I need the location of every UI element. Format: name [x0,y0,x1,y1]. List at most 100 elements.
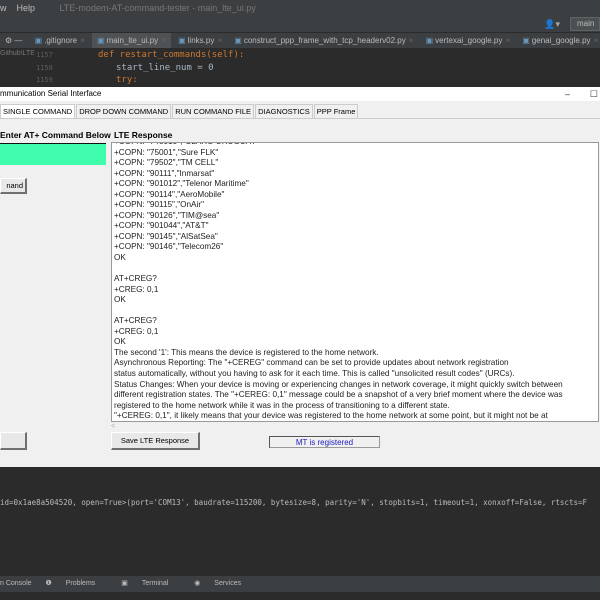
tab-ppp-frame[interactable]: PPP Frame [313,104,359,119]
response-line: The second '1': This means the device is… [114,347,379,357]
response-line: +COPN: "901012","Telenor Maritime" [114,179,249,189]
window-title: mmunication Serial Interface [0,89,102,98]
close-icon[interactable]: × [161,36,166,45]
close-icon[interactable]: × [594,36,599,45]
tab-label: genai_google.py [531,36,591,45]
ide-menubar: w Help LTE-modem-AT-command-tester - main… [0,0,600,16]
line-number: 1159 [36,76,53,84]
tab-label: construct_ppp_frame_with_tcp_headerv02.p… [243,36,406,45]
response-line: OK [114,295,126,305]
response-line: +COPN: "90146","Telecom26" [114,242,224,252]
tab-services[interactable]: ◉ Services [194,580,253,587]
response-line [114,264,598,275]
window-titlebar: mmunication Serial Interface – ☐ [0,87,600,101]
ide-title: LTE-modem-AT-command-tester - main_lte_u… [59,3,256,13]
send-command-button[interactable]: nand [0,178,27,194]
code-line: def restart_commands(self): [98,50,245,60]
response-line: +COPN: "901044","AT&T" [114,221,209,231]
file-icon: ▣ [178,36,186,45]
close-icon[interactable]: × [409,36,414,45]
response-line: AT+CREG? [114,316,157,326]
tab-label: Problems [65,580,96,587]
project-path: Github\LTE [0,50,35,57]
branch-selector[interactable]: main [570,17,600,31]
response-line: +COPN: "90111","Inmarsat" [114,168,215,178]
close-icon[interactable]: × [80,36,85,45]
file-icon: ▣ [34,36,43,45]
response-line: OK [114,337,126,347]
response-line: status automatically, without you having… [114,369,515,379]
response-line: +COPN: "90115","OnAir" [114,200,204,210]
tab-label: Terminal [141,580,169,587]
tab-genai[interactable]: ▣ genai_google.py × [517,33,600,48]
problems-icon: ❶ [45,580,54,587]
tab-run-command-file[interactable]: RUN COMMAND FILE [172,104,255,119]
ide-toolbar: 👤▾ main [0,16,600,33]
services-icon: ◉ [194,580,203,587]
response-line: +CREG: 0,1 [114,326,159,336]
tab-links[interactable]: ▣ links.py × [173,33,227,48]
tab-label: links.py [187,36,215,45]
code-line: try: [116,75,138,85]
maximize-button[interactable]: ☐ [590,87,598,101]
tab-construct-ppp[interactable]: ▣ construct_ppp_frame_with_tcp_headerv02.… [229,33,418,48]
notebook-tabs: SINGLE COMMAND DROP DOWN COMMAND RUN COMMA… [0,104,359,119]
menu-help[interactable]: Help [17,3,36,13]
tool-window-bar: n Console ❶ Problems ▣ Terminal ◉ Servic… [0,576,600,592]
response-line: Asynchronous Reporting: The "+CEREG" com… [114,358,509,368]
tab-label: vertexai_google.py [435,36,503,45]
command-label: Enter AT+ Command Below [0,130,111,140]
command-input[interactable] [0,143,106,165]
serial-interface-window: mmunication Serial Interface – ☐ SINGLE … [0,87,600,467]
response-line: +COPN: "79502","TM CELL" [114,158,219,168]
editor-tabs: ⚙ — ▣ .gitignore × ▣ main_lte_ui.py × ▣ links… [0,33,600,48]
response-line: Status Changes: When your device is movi… [114,379,563,389]
line-number: 1157 [36,51,53,59]
file-icon: ▣ [234,36,242,45]
tab-drop-down-command[interactable]: DROP DOWN COMMAND [76,104,172,119]
horizontal-scrollbar[interactable]: < [111,422,599,431]
file-icon: ▣ [425,36,434,45]
response-line: AT+CREG? [114,274,157,284]
registration-status: MT is registered [269,436,380,448]
tab-main-lte-ui[interactable]: ▣ main_lte_ui.py × [92,33,171,48]
left-action-button[interactable] [0,432,27,450]
minimize-button[interactable]: – [565,87,570,101]
save-lte-response-button[interactable]: Save LTE Response [111,432,200,450]
response-line: +COPN: "75001","Sure FLK" [114,147,219,157]
close-icon[interactable]: × [217,36,222,45]
tab-python-console[interactable]: n Console [0,580,32,587]
close-icon[interactable]: × [505,36,510,45]
response-line: +COPN: "90114","AeroMobile" [114,189,225,199]
menu-view[interactable]: w [0,3,7,13]
tab-label: .gitignore [44,36,78,45]
code-line: start_line_num = 0 [116,63,214,73]
response-line: registered to the home network while it … [114,400,450,410]
tab-vertexai[interactable]: ▣ vertexai_google.py × [421,33,515,48]
console-output: id=0x1ae8a504520, open=True>(port='COM13… [0,498,587,507]
divider [0,118,600,119]
tab-label: main_lte_ui.py [106,36,159,45]
lte-response-text[interactable]: +COPN: "748010","CLARO URUGUAY"+COPN: "7… [111,142,599,422]
response-line: different registration states. The "+CER… [114,390,563,400]
user-icon[interactable]: 👤▾ [544,19,560,30]
tab-problems[interactable]: ❶ Problems [45,580,107,587]
response-label: LTE Response [114,130,173,140]
terminal-icon: ▣ [121,580,130,587]
response-line: +CREG: 0,1 [114,284,159,294]
response-line: +COPN: "90126","TIM@sea" [114,210,220,220]
response-line: OK [114,253,126,263]
tab-gitignore[interactable]: ▣ .gitignore × [30,33,90,48]
response-line [114,306,598,317]
file-icon: ▣ [97,36,105,45]
tab-single-command[interactable]: SINGLE COMMAND [0,104,76,119]
response-line: +COPN: "90145","AlSatSea" [114,231,218,241]
gear-icon[interactable]: ⚙ — [0,33,27,48]
tab-label: Services [214,580,242,587]
tab-diagnostics[interactable]: DIAGNOSTICS [255,104,313,119]
code-editor[interactable]: Github\LTE 1157 1158 1159 def restart_co… [0,48,600,87]
tab-terminal[interactable]: ▣ Terminal [121,580,180,587]
response-line: "+CEREG: 0,1", it likely means that your… [114,411,548,421]
line-number: 1158 [36,64,53,72]
file-icon: ▣ [522,36,530,45]
